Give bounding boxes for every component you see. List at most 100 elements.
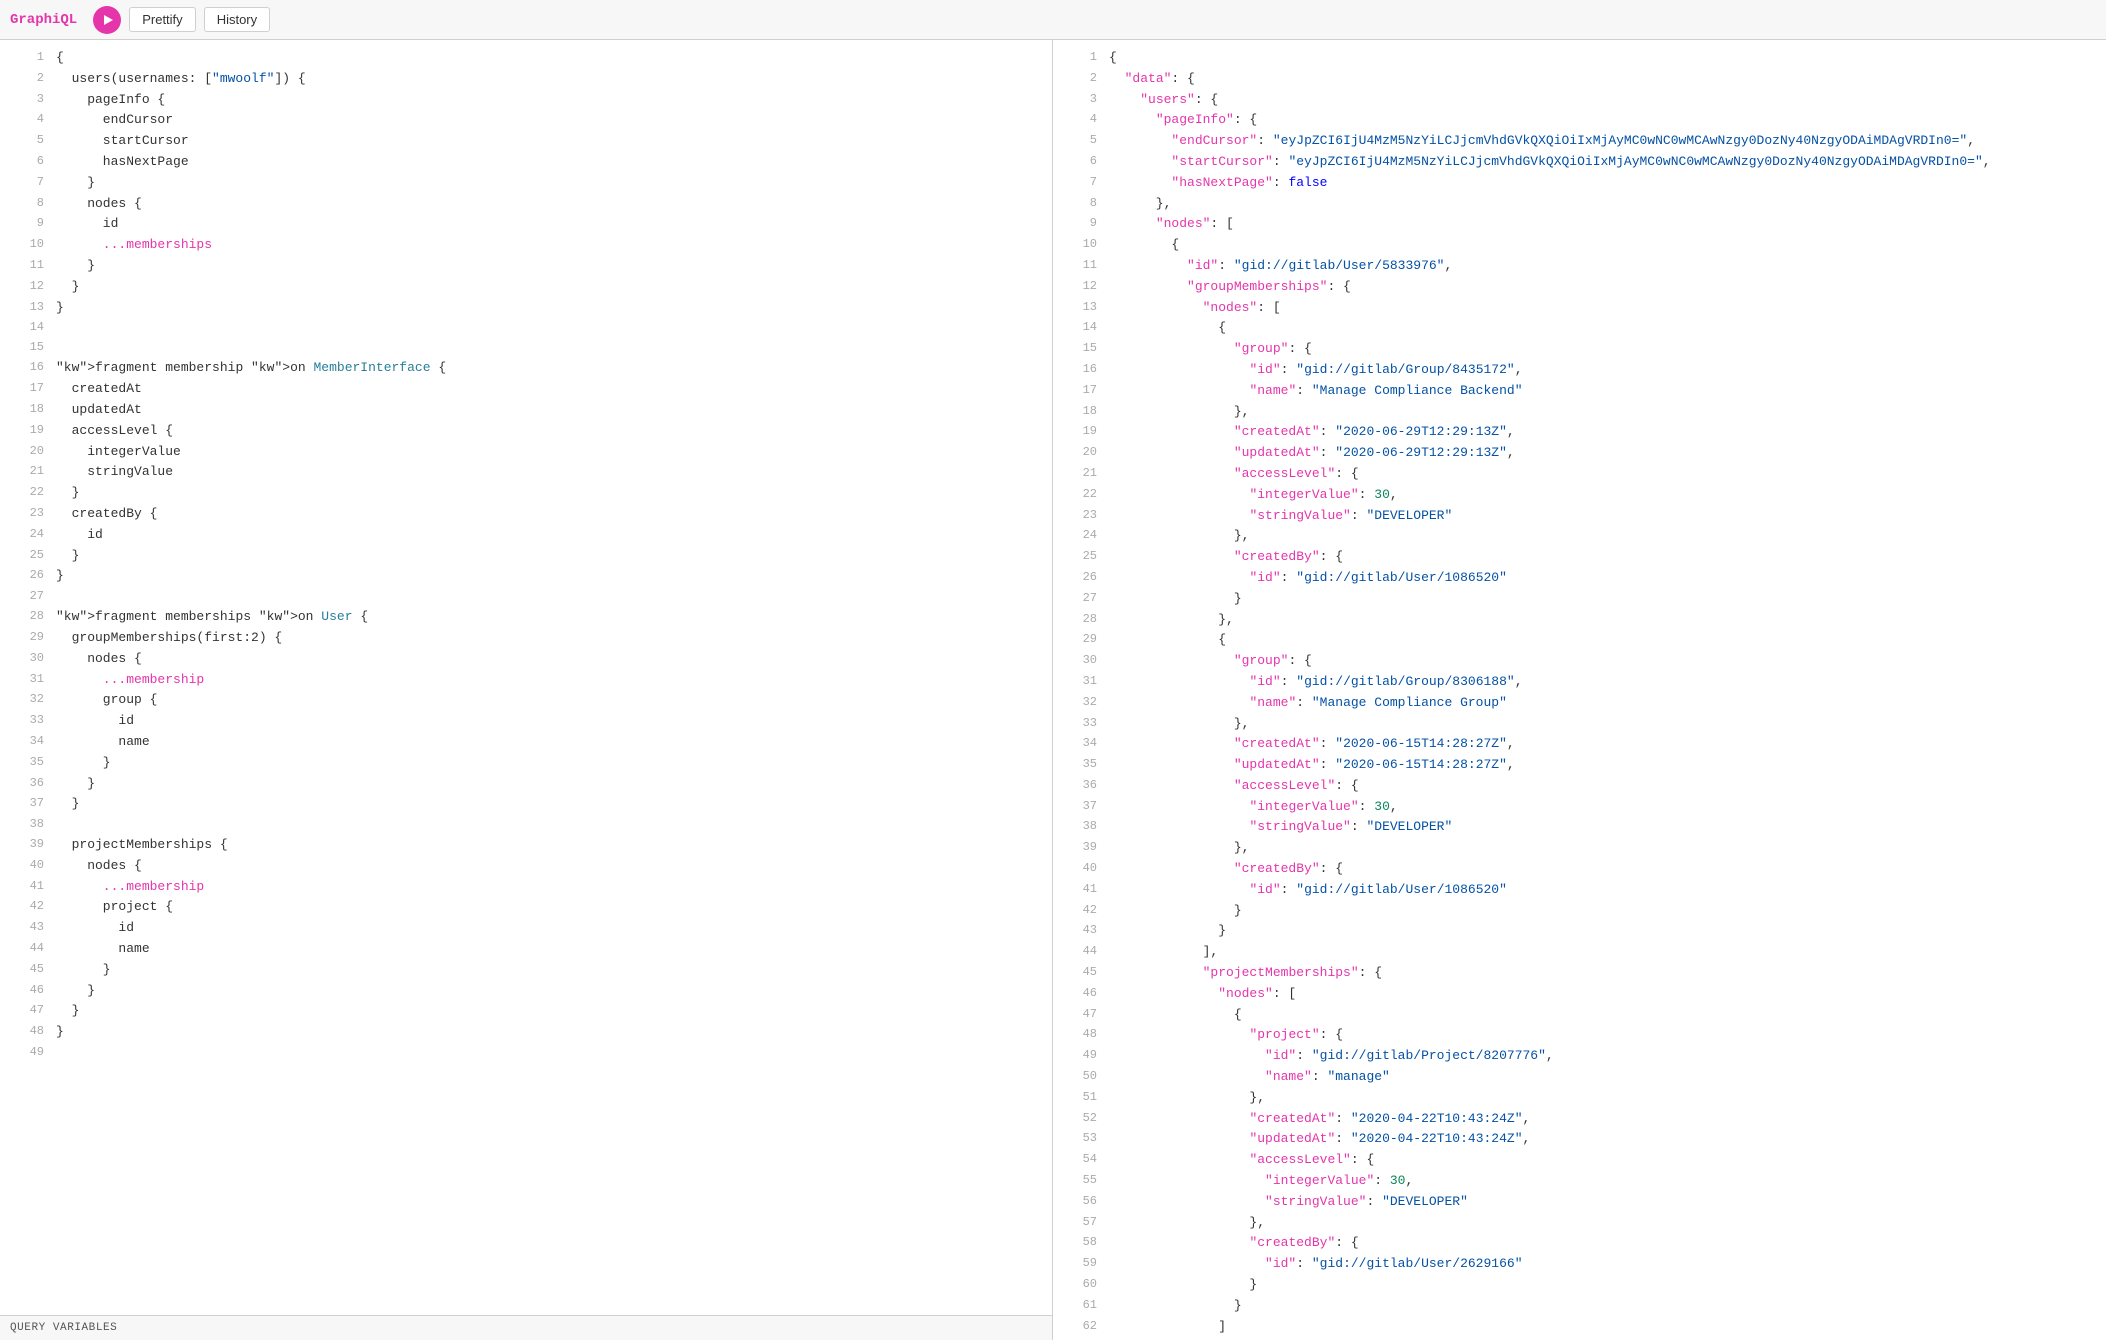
- line-number: 5: [1061, 131, 1097, 152]
- line-content: "kw">fragment membership "kw">on MemberI…: [56, 358, 446, 379]
- line-number: 44: [1061, 942, 1097, 963]
- line-number: 36: [1061, 776, 1097, 797]
- response-line: 3 "users": {: [1053, 90, 2106, 111]
- line-number: 21: [1061, 464, 1097, 485]
- response-line-content: "id": "gid://gitlab/Group/8306188",: [1109, 672, 1523, 693]
- line-content: id: [56, 918, 134, 939]
- response-line: 30 "group": {: [1053, 651, 2106, 672]
- line-number: 53: [1061, 1129, 1097, 1150]
- response-line-content: "startCursor": "eyJpZCI6IjU4MzM5NzYiLCJj…: [1109, 152, 1991, 173]
- response-line: 50 "name": "manage": [1053, 1067, 2106, 1088]
- line-number: 28: [8, 607, 44, 628]
- history-button[interactable]: History: [204, 7, 270, 32]
- line-number: 32: [1061, 693, 1097, 714]
- response-line-content: "createdAt": "2020-06-15T14:28:27Z",: [1109, 734, 1515, 755]
- response-line-content: },: [1109, 1088, 1265, 1109]
- editor-code-area[interactable]: 1{2 users(usernames: ["mwoolf"]) {3 page…: [0, 40, 1052, 1315]
- response-line: 29 {: [1053, 630, 2106, 651]
- response-line: 36 "accessLevel": {: [1053, 776, 2106, 797]
- line-number: 58: [1061, 1233, 1097, 1254]
- response-line: 37 "integerValue": 30,: [1053, 797, 2106, 818]
- editor-line: 9 id: [0, 214, 1052, 235]
- editor-line: 38: [0, 815, 1052, 835]
- response-line-content: "updatedAt": "2020-06-29T12:29:13Z",: [1109, 443, 1515, 464]
- line-number: 3: [8, 90, 44, 111]
- response-line: 11 "id": "gid://gitlab/User/5833976",: [1053, 256, 2106, 277]
- line-number: 37: [1061, 797, 1097, 818]
- response-line: 25 "createdBy": {: [1053, 547, 2106, 568]
- response-line-content: "projectMemberships": {: [1109, 963, 1382, 984]
- line-number: 20: [8, 442, 44, 463]
- response-line-content: "endCursor": "eyJpZCI6IjU4MzM5NzYiLCJjcm…: [1109, 131, 1975, 152]
- response-line: 27 }: [1053, 589, 2106, 610]
- response-line: 60 }: [1053, 1275, 2106, 1296]
- line-number: 13: [1061, 298, 1097, 319]
- line-content: users(usernames: ["mwoolf"]) {: [56, 69, 306, 90]
- query-variables-bar[interactable]: QUERY VARIABLES: [0, 1315, 1052, 1340]
- response-pane: 1{2 "data": {3 "users": {4 "pageInfo": {…: [1053, 40, 2106, 1340]
- response-line: 46 "nodes": [: [1053, 984, 2106, 1005]
- line-content: }: [56, 277, 79, 298]
- editor-line: 12 }: [0, 277, 1052, 298]
- editor-line: 45 }: [0, 960, 1052, 981]
- line-number: 8: [8, 194, 44, 215]
- response-line-content: "id": "gid://gitlab/User/1086520": [1109, 880, 1507, 901]
- response-line-content: "group": {: [1109, 339, 1312, 360]
- app-title: GraphiQL: [10, 12, 77, 28]
- line-number: 31: [8, 670, 44, 691]
- line-number: 47: [8, 1001, 44, 1022]
- response-line-content: {: [1109, 235, 1179, 256]
- editor-line: 7 }: [0, 173, 1052, 194]
- response-line: 15 "group": {: [1053, 339, 2106, 360]
- editor-line: 17 createdAt: [0, 379, 1052, 400]
- prettify-button[interactable]: Prettify: [129, 7, 195, 32]
- line-number: 61: [1061, 1296, 1097, 1317]
- line-number: 40: [1061, 859, 1097, 880]
- response-line: 5 "endCursor": "eyJpZCI6IjU4MzM5NzYiLCJj…: [1053, 131, 2106, 152]
- line-number: 19: [8, 421, 44, 442]
- line-number: 43: [8, 918, 44, 939]
- response-line: 51 },: [1053, 1088, 2106, 1109]
- line-number: 48: [8, 1022, 44, 1043]
- main-panel: 1{2 users(usernames: ["mwoolf"]) {3 page…: [0, 40, 2106, 1340]
- response-line-content: },: [1109, 526, 1249, 547]
- editor-line: 4 endCursor: [0, 110, 1052, 131]
- line-number: 25: [1061, 547, 1097, 568]
- line-number: 26: [8, 566, 44, 587]
- response-line: 33 },: [1053, 714, 2106, 735]
- editor-line: 11 }: [0, 256, 1052, 277]
- run-button[interactable]: [93, 6, 121, 34]
- line-number: 55: [1061, 1171, 1097, 1192]
- response-line-content: ],: [1109, 942, 1218, 963]
- line-number: 54: [1061, 1150, 1097, 1171]
- response-line-content: },: [1109, 838, 1249, 859]
- response-line: 10 {: [1053, 235, 2106, 256]
- line-number: 25: [8, 546, 44, 567]
- response-line: 24 },: [1053, 526, 2106, 547]
- line-number: 19: [1061, 422, 1097, 443]
- line-content: }: [56, 483, 79, 504]
- editor-line: 44 name: [0, 939, 1052, 960]
- response-line: 18 },: [1053, 402, 2106, 423]
- line-number: 16: [8, 358, 44, 379]
- response-line: 8 },: [1053, 194, 2106, 215]
- line-number: 22: [8, 483, 44, 504]
- line-number: 57: [1061, 1213, 1097, 1234]
- line-content: integerValue: [56, 442, 181, 463]
- response-line-content: "groupMemberships": {: [1109, 277, 1351, 298]
- line-content: stringValue: [56, 462, 173, 483]
- toolbar: GraphiQL Prettify History: [0, 0, 2106, 40]
- line-content: }: [56, 981, 95, 1002]
- response-line-content: }: [1109, 901, 1242, 922]
- line-number: 47: [1061, 1005, 1097, 1026]
- editor-line: 37 }: [0, 794, 1052, 815]
- response-code-area[interactable]: 1{2 "data": {3 "users": {4 "pageInfo": {…: [1053, 40, 2106, 1340]
- response-line-content: "id": "gid://gitlab/Group/8435172",: [1109, 360, 1523, 381]
- response-line: 12 "groupMemberships": {: [1053, 277, 2106, 298]
- line-number: 31: [1061, 672, 1097, 693]
- response-line-content: {: [1109, 630, 1226, 651]
- editor-line: 14: [0, 318, 1052, 338]
- response-line: 2 "data": {: [1053, 69, 2106, 90]
- line-number: 10: [8, 235, 44, 256]
- line-number: 2: [1061, 69, 1097, 90]
